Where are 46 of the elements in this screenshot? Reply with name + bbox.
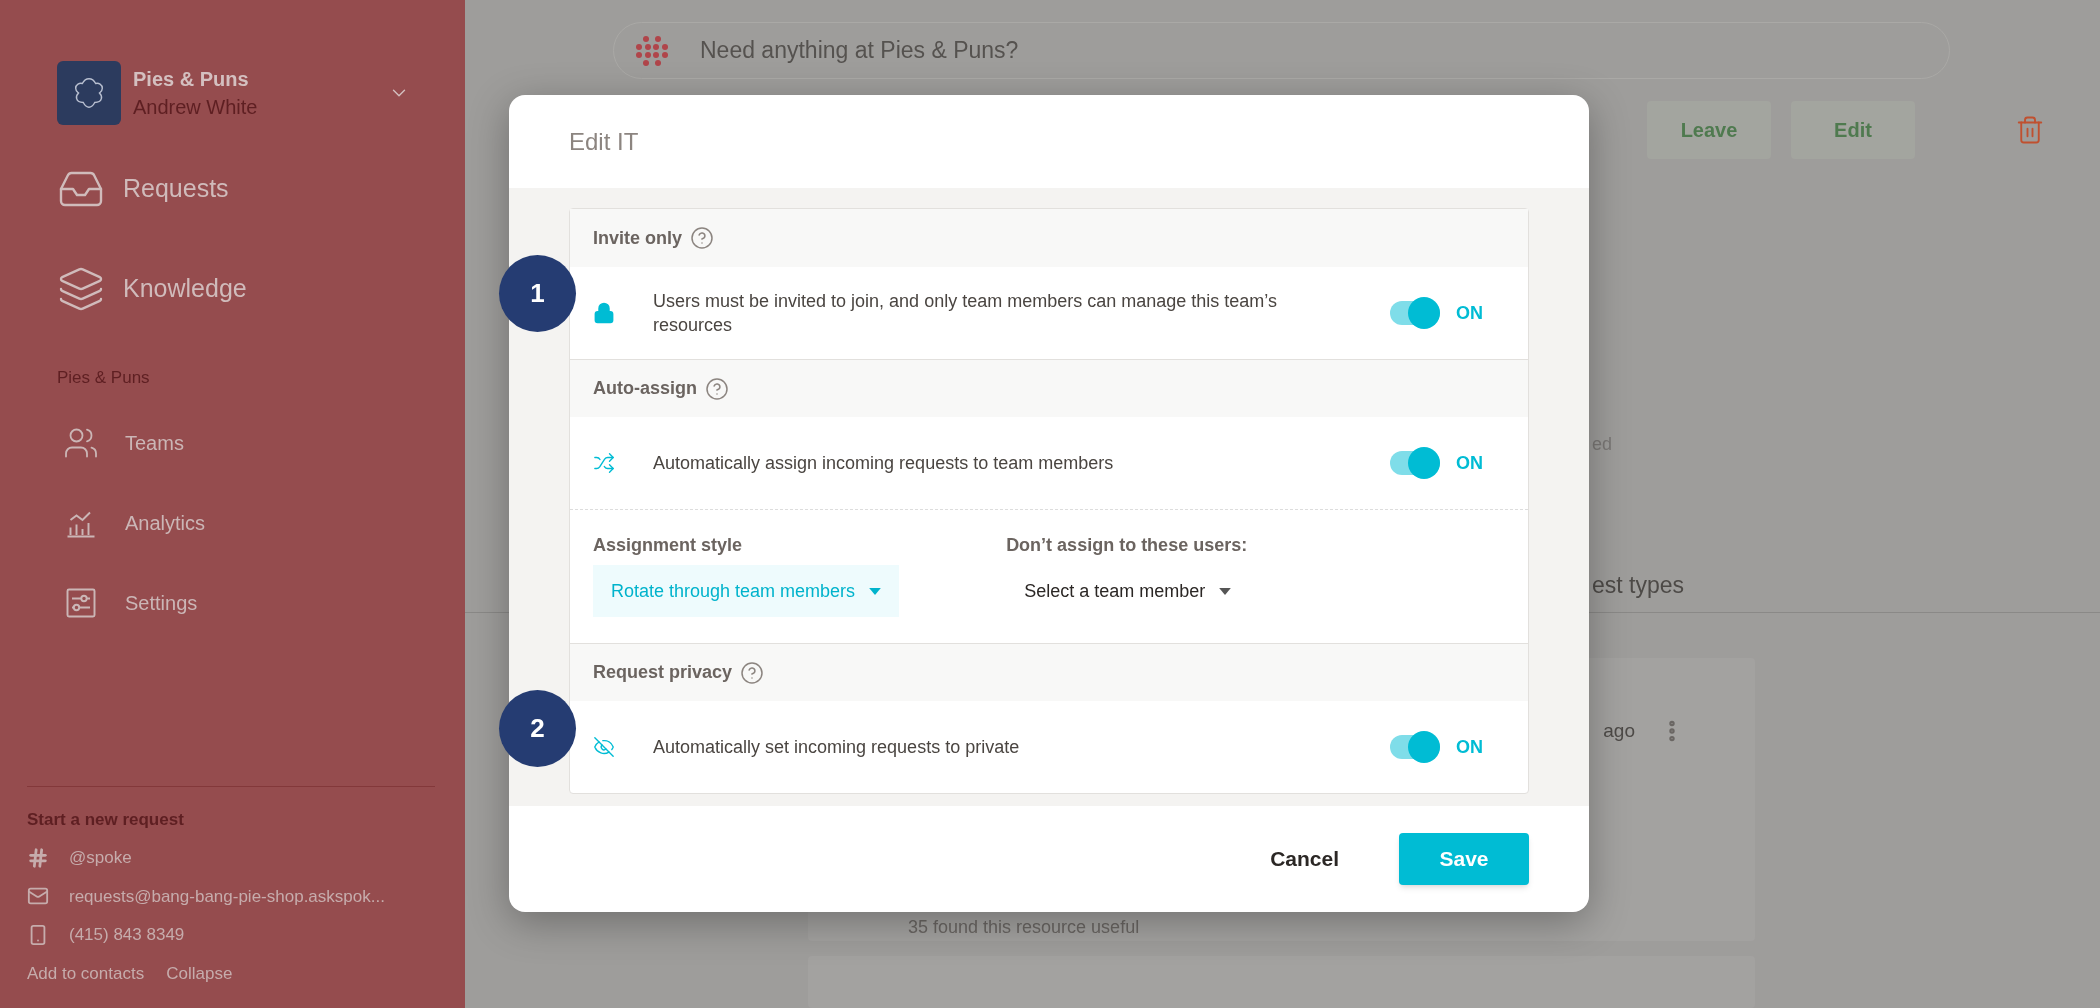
tab-label[interactable]: est types	[1592, 572, 1685, 599]
contact-link[interactable]: Add to contacts	[27, 960, 145, 986]
caret-icon	[869, 587, 882, 595]
toggle-state: ON	[1456, 451, 1484, 475]
nav-item[interactable]: Settings	[63, 584, 435, 621]
time-text: ago	[1603, 718, 1635, 743]
help-icon[interactable]	[690, 226, 714, 250]
workspace-name: Pies & Puns	[133, 67, 250, 92]
dropdown[interactable]: Rotate through team members	[593, 565, 900, 617]
step-marker: 2	[499, 690, 576, 767]
nav-item[interactable]: Requests	[57, 165, 435, 213]
dots-logo-icon	[634, 34, 670, 67]
section-title: Auto-assign	[593, 377, 697, 400]
setting-description: Users must be invited to join, and only team members can manage this team’s resources	[653, 290, 1278, 337]
caret-icon	[1219, 587, 1232, 595]
nav-item[interactable]: Knowledge	[57, 265, 435, 313]
search-placeholder: Need anything at Pies & Puns?	[700, 36, 1019, 66]
setting-description: Automatically assign incoming requests to team members	[653, 452, 1115, 475]
nav-item[interactable]: Teams	[63, 424, 435, 461]
action-button[interactable]: Leave	[1647, 101, 1771, 160]
eye-off-icon	[593, 736, 615, 758]
usefulness-text: 35 found this resource useful	[908, 916, 1141, 939]
section-title: Request privacy	[593, 661, 733, 684]
nav-item[interactable]: Analytics	[63, 504, 435, 541]
save-button[interactable]: Save	[1399, 833, 1529, 885]
dropdown[interactable]: Select a team member	[1006, 565, 1250, 617]
setting-description: Automatically set incoming requests to private	[653, 736, 1021, 759]
field-label: Don’t assign to these users:	[1006, 534, 1249, 557]
help-icon[interactable]	[740, 660, 765, 685]
contact-item[interactable]: (415) 843 8349	[69, 922, 185, 948]
contact-item[interactable]: requests@bang-bang-pie-shop.askspok...	[69, 883, 385, 909]
toggle-state: ON	[1456, 301, 1484, 325]
field-label: Assignment style	[593, 534, 744, 557]
hash-icon	[27, 846, 49, 869]
cancel-button[interactable]: Cancel	[1270, 843, 1339, 875]
shuffle-icon	[593, 452, 615, 474]
toggle-state: ON	[1456, 735, 1484, 759]
modal-title: Edit IT	[569, 126, 639, 157]
section-title: Invite only	[593, 226, 682, 250]
contact-link[interactable]: Collapse	[166, 960, 233, 986]
step-marker: 1	[499, 255, 576, 332]
help-icon[interactable]	[705, 376, 729, 401]
contact-item[interactable]: @spoke	[69, 845, 132, 871]
lock-icon	[593, 302, 615, 324]
layers-icon	[57, 265, 105, 313]
action-button[interactable]: Edit	[1791, 101, 1915, 160]
